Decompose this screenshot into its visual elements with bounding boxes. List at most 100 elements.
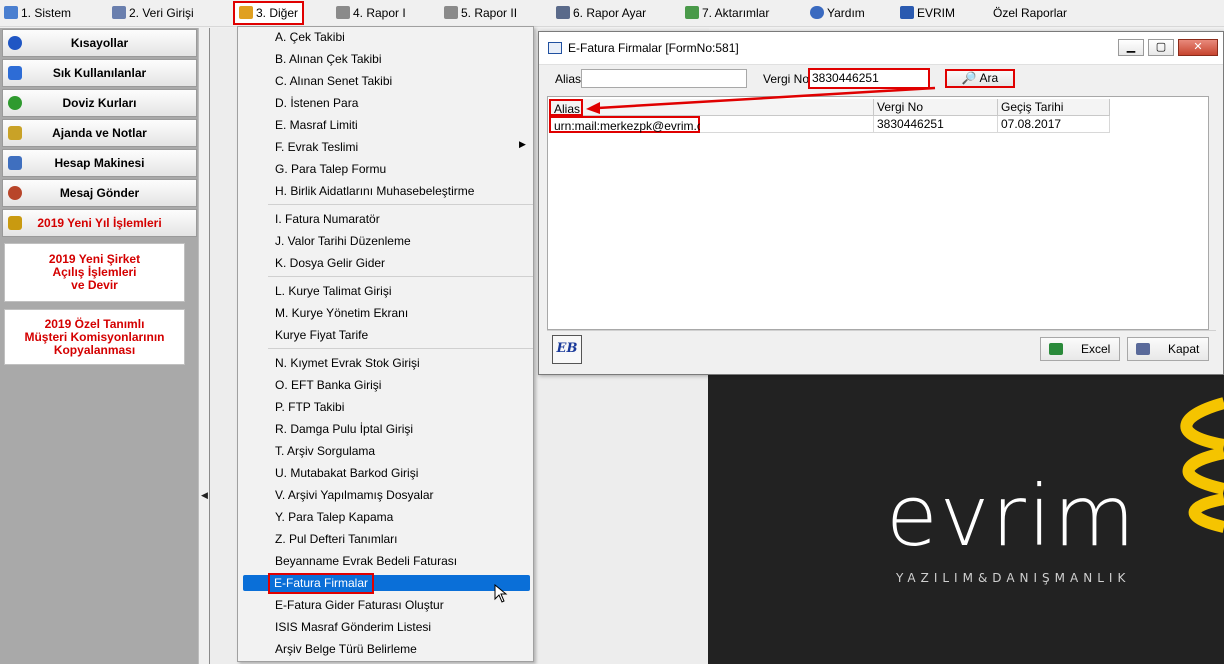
column-header-alias[interactable]: Alias [549,99,583,116]
menu-item-para-talep-formu[interactable]: G. Para Talep Formu [275,159,386,179]
menu-item-isis-masraf[interactable]: ISIS Masraf Gönderim Listesi [275,617,431,637]
close-button[interactable]: ✕ [1178,39,1218,56]
brand-logo-area: evrim YAZILIM&DANIŞMANLIK [708,375,1224,664]
menu-item-masraf-limiti[interactable]: E. Masraf Limiti [275,115,358,135]
scale-icon [8,216,22,230]
sidebar-sik-kullanilanlar[interactable]: Sık Kullanılanlar [2,59,197,87]
help-icon [810,6,824,19]
menu-separator [268,276,533,277]
sidebar-label: Hesap Makinesi [54,156,145,170]
card-yeni-sirket[interactable]: 2019 Yeni Şirket Açılış İşlemleri ve Dev… [4,243,185,302]
close-icon: ✕ [1193,41,1203,53]
vergi-no-input[interactable]: 3830446251 [808,68,930,89]
menu-item-birlik-aidat[interactable]: H. Birlik Aidatlarını Muhasebeleştirme [275,181,474,201]
menu-sistem[interactable]: 1. Sistem [4,3,71,23]
menu-label: Özel Raporlar [993,6,1068,20]
sidebar-doviz-kurlari[interactable]: Doviz Kurları [2,89,197,117]
menu-item-dosya-gelir-gider[interactable]: K. Dosya Gelir Gider [275,253,385,273]
menu-item-kurye-fiyat[interactable]: Kurye Fiyat Tarife [275,325,368,345]
excel-button[interactable]: Excel [1040,337,1120,361]
menu-ozel-raporlar[interactable]: Özel Raporlar [993,3,1067,23]
menu-item-kurye-talimat[interactable]: L. Kurye Talimat Girişi [275,281,391,301]
currency-icon [8,96,22,110]
menu-rapor-ayar[interactable]: 6. Rapor Ayar [556,3,646,23]
sidebar-ajanda[interactable]: Ajanda ve Notlar [2,119,197,147]
menu-item-e-fatura-gider[interactable]: E-Fatura Gider Faturası Oluştur [275,595,444,615]
dialog-titlebar[interactable]: E-Fatura Firmalar [FormNo:581] ▁ ▢ ✕ [539,32,1223,65]
menu-diger[interactable]: 3. Diğer [233,1,305,25]
sidebar-kisayollar[interactable]: Kısayollar [2,29,197,57]
menu-item-fatura-numarator[interactable]: I. Fatura Numaratör [275,209,380,229]
sidebar-hesap-makinesi[interactable]: Hesap Makinesi [2,149,197,177]
menu-rapor-1[interactable]: 4. Rapor I [336,3,406,23]
cell-vergi-no[interactable]: 3830446251 [874,116,998,133]
menu-item-damga-pulu[interactable]: R. Damga Pulu İptal Girişi [275,419,413,439]
menu-item-e-fatura-firmalar[interactable]: E-Fatura Firmalar [268,573,375,594]
dialog-title: E-Fatura Firmalar [FormNo:581] [568,41,739,55]
message-icon [8,186,22,200]
menu-evrim[interactable]: EVRIM [900,3,955,23]
menu-label: 4. Rapor I [353,6,406,20]
menu-item-pul-defteri[interactable]: Z. Pul Defteri Tanımları [275,529,397,549]
evrim-icon [900,6,914,19]
menu-item-valor-tarihi[interactable]: J. Valor Tarihi Düzenleme [275,231,411,251]
sidebar-mesaj-gonder[interactable]: Mesaj Gönder [2,179,197,207]
edit-icon [112,6,126,19]
cell-spacer [700,116,874,133]
menu-label: 2. Veri Girişi [129,6,194,20]
column-header-vergi-no[interactable]: Vergi No [874,99,998,116]
menu-rapor-2[interactable]: 5. Rapor II [444,3,517,23]
menu-yardim[interactable]: Yardım [810,3,865,23]
menu-item-para-talep-kapama[interactable]: Y. Para Talep Kapama [275,507,393,527]
collapse-arrow-icon[interactable]: ◀ [201,490,208,501]
logo-accent-shape [1180,397,1224,533]
menu-item-arsivi-yapilmamis[interactable]: V. Arşivi Yapılmamış Dosyalar [275,485,434,505]
printer-icon [444,6,458,19]
menu-item-mutabakat-barkod[interactable]: U. Mutabakat Barkod Girişi [275,463,418,483]
sidebar-label: Ajanda ve Notlar [52,126,147,140]
menu-item-alinan-senet[interactable]: C. Alınan Senet Takibi [275,71,392,91]
dialog-footer: EB Excel Kapat [547,330,1216,369]
alias-input[interactable] [581,69,747,88]
sidebar-label: Kısayollar [70,36,129,50]
excel-icon [1049,343,1063,355]
menu-label: EVRIM [917,6,956,20]
system-icon [4,6,18,19]
menu-item-ftp-takibi[interactable]: P. FTP Takibi [275,397,344,417]
menu-item-cek-takibi[interactable]: A. Çek Takibi [275,27,345,47]
column-header-gecis-tarihi[interactable]: Geçiş Tarihi [998,99,1110,116]
sidebar-yeni-yil[interactable]: 2019 Yeni Yıl İşlemleri [2,209,197,237]
search-icon: 🔎 [961,71,977,85]
minimize-button[interactable]: ▁ [1118,39,1144,56]
minimize-icon: ▁ [1126,41,1136,53]
kapat-button-label: Kapat [1168,342,1200,356]
menu-item-alinan-cek[interactable]: B. Alınan Çek Takibi [275,49,382,69]
menu-label: 5. Rapor II [461,6,518,20]
other-icon [239,6,253,19]
brand-name: evrim [886,467,1138,565]
menu-aktarimlar[interactable]: 7. Aktarımlar [685,3,769,23]
sidebar-label: Mesaj Gönder [59,186,140,200]
card-ozel-tanimli[interactable]: 2019 Özel Tanımlı Müşteri Komisyonlarını… [4,309,185,365]
mouse-cursor-icon [494,584,508,603]
menu-item-istenen-para[interactable]: D. İstenen Para [275,93,358,113]
menu-item-arsiv-belge-turu[interactable]: Arşiv Belge Türü Belirleme [275,639,417,659]
window-icon [548,42,562,54]
menu-veri-girisi[interactable]: 2. Veri Girişi [112,3,194,23]
sidebar: Kısayollar Sık Kullanılanlar Doviz Kurla… [0,28,198,664]
maximize-icon: ▢ [1155,41,1167,53]
cell-alias[interactable]: urn:mail:merkezpk@evrim.com [549,116,720,133]
kapat-button[interactable]: Kapat [1127,337,1209,361]
menu-label: Yardım [827,6,865,20]
column-header-spacer [583,99,874,116]
menu-item-eft-banka[interactable]: O. EFT Banka Girişi [275,375,381,395]
menu-item-arsiv-sorgulama[interactable]: T. Arşiv Sorgulama [275,441,375,461]
menu-item-evrak-teslimi[interactable]: F. Evrak Teslimi [275,137,358,157]
sidebar-label: 2019 Yeni Yıl İşlemleri [37,216,162,230]
ara-button[interactable]: 🔎 Ara [945,69,1015,88]
menu-item-kiymet-evrak[interactable]: N. Kıymet Evrak Stok Girişi [275,353,420,373]
menu-item-kurye-yonetim[interactable]: M. Kurye Yönetim Ekranı [275,303,408,323]
cell-gecis-tarihi[interactable]: 07.08.2017 [998,116,1110,133]
menu-item-beyanname-evrak[interactable]: Beyanname Evrak Bedeli Faturası [275,551,457,571]
maximize-button[interactable]: ▢ [1148,39,1174,56]
